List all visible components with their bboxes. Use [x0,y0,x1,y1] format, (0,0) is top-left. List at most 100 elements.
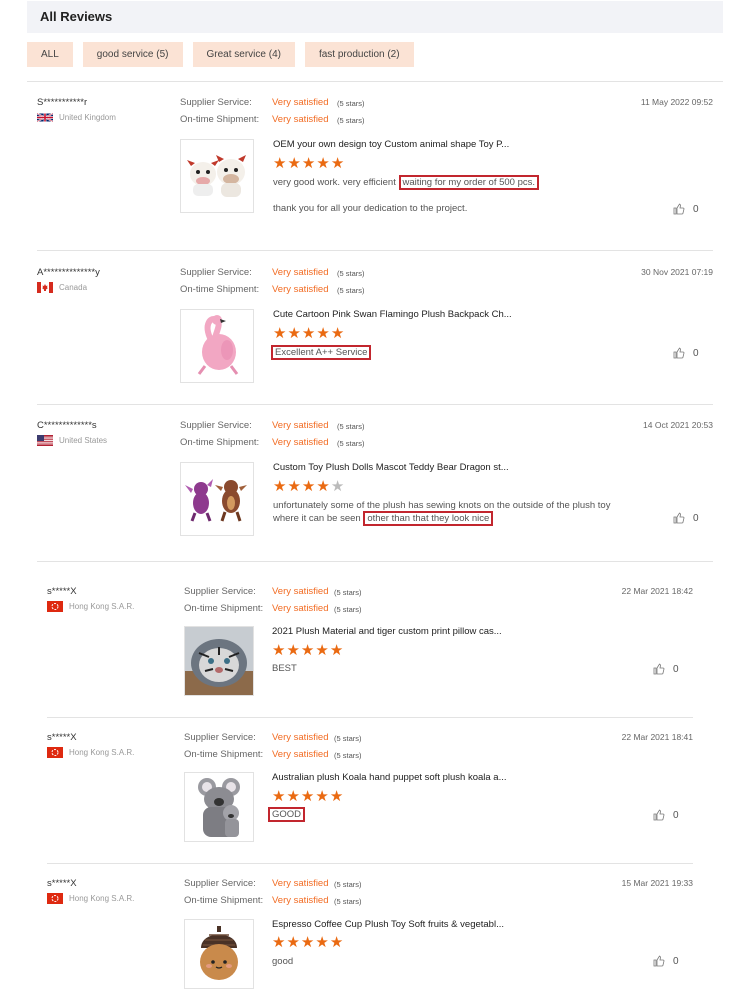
product-thumbnail[interactable] [180,139,254,213]
product-title[interactable]: Australian plush Koala hand puppet soft … [272,772,507,783]
supplier-service-label: Supplier Service: [180,267,252,278]
review-text: good [272,956,294,967]
supplier-service-stars: (5 stars) [334,880,362,889]
product-title[interactable]: Custom Toy Plush Dolls Mascot Teddy Bear… [273,462,509,473]
star-icon: ★ [300,642,316,659]
reviewer-country: United Kingdom [37,112,116,123]
star-icon: ★ [315,788,330,805]
star-icon: ★ [272,642,287,659]
reviewer-country: Hong Kong S.A.R. [47,747,134,758]
product-title[interactable]: 2021 Plush Material and tiger custom pri… [272,626,502,637]
reviewer-country: United States [37,435,107,446]
ontime-shipment-stars: (5 stars) [334,605,362,614]
like-count: 0 [673,663,679,675]
star-icon: ★ [315,934,330,951]
filter-great-service[interactable]: Great service (4) [192,42,295,67]
ontime-shipment-value: Very satisfied [272,895,329,906]
star-icon: ★ [272,788,287,805]
rating-stars: ★★★★★ [272,643,344,658]
thumbs-up-icon [653,955,665,967]
review-item: S***********r United Kingdom Supplier Se… [37,97,713,237]
star-icon: ★ [272,934,287,951]
supplier-service-label: Supplier Service: [184,878,256,889]
product-title[interactable]: OEM your own design toy Custom animal sh… [273,139,509,150]
thumbs-up-icon [653,663,665,675]
star-icon: ★ [315,642,330,659]
supplier-service-label: Supplier Service: [180,420,252,431]
supplier-service-stars: (5 stars) [334,588,362,597]
review-item: s*****X Hong Kong S.A.R. Supplier Servic… [47,586,693,706]
supplier-service-stars: (5 stars) [337,99,365,108]
filter-all[interactable]: ALL [27,42,73,67]
reviews-header: All Reviews [27,1,723,33]
filter-fast-production[interactable]: fast production (2) [304,42,414,67]
like-button[interactable]: 0 [673,203,699,215]
review-item: s*****X Hong Kong S.A.R. Supplier Servic… [47,878,693,998]
ontime-shipment-value: Very satisfied [272,284,329,295]
reviewer-name: s*****X [47,878,77,889]
star-icon: ★ [286,788,301,805]
star-icon: ★ [330,325,346,342]
star-icon: ★ [301,155,317,172]
product-thumbnail[interactable] [184,626,254,696]
divider [27,81,723,82]
ontime-shipment-stars: (5 stars) [337,286,365,295]
ontime-shipment-stars: (5 stars) [337,116,365,125]
supplier-service-value: Very satisfied [272,420,329,431]
rating-stars: ★★★★★ [273,326,345,341]
ontime-shipment-label: On-time Shipment: [184,603,264,614]
product-thumbnail[interactable] [184,919,254,989]
review-date: 15 Mar 2021 19:33 [621,878,693,888]
divider [37,561,713,562]
product-title[interactable]: Espresso Coffee Cup Plush Toy Soft fruit… [272,919,504,930]
reviewer-name: s*****X [47,732,77,743]
filter-bar: ALL good service (5) Great service (4) f… [27,42,414,67]
thumbs-up-icon [673,347,685,359]
highlighted-text: other than that they look nice [363,511,494,526]
product-thumbnail[interactable] [180,462,254,536]
star-icon: ★ [286,934,301,951]
supplier-service-value: Very satisfied [272,732,329,743]
ontime-shipment-value: Very satisfied [272,114,329,125]
review-text-part: where it can be seen [273,513,361,524]
like-button[interactable]: 0 [673,512,699,524]
like-button[interactable]: 0 [653,663,679,675]
reviewer-name: A**************y [37,267,100,278]
like-button[interactable]: 0 [653,809,679,821]
thumbs-up-icon [673,512,685,524]
like-count: 0 [693,347,699,359]
rating-stars: ★★★★★ [273,156,345,171]
review-text: Excellent A++ Service [271,345,372,360]
reviewer-country: Hong Kong S.A.R. [47,601,134,612]
star-icon: ★ [273,478,288,495]
hong-kong-flag-icon [47,747,63,758]
highlighted-text: Excellent A++ Service [271,345,372,360]
like-count: 0 [673,955,679,967]
supplier-service-label: Supplier Service: [180,97,252,108]
divider [47,717,693,718]
like-button[interactable]: 0 [653,955,679,967]
ontime-shipment-label: On-time Shipment: [180,114,260,125]
like-button[interactable]: 0 [673,347,699,359]
product-title[interactable]: Cute Cartoon Pink Swan Flamingo Plush Ba… [273,309,512,320]
review-text-part: very good work. very efficient [273,177,396,188]
supplier-service-label: Supplier Service: [184,586,256,597]
star-icon: ★ [300,788,316,805]
review-text-line2: where it can be seen other than that the… [273,511,494,526]
product-thumbnail[interactable] [184,772,254,842]
thumbs-up-icon [673,203,685,215]
review-date: 11 May 2022 09:52 [640,97,713,107]
filter-good-service[interactable]: good service (5) [82,42,183,67]
ontime-shipment-label: On-time Shipment: [180,437,260,448]
review-date: 22 Mar 2021 18:41 [621,732,693,742]
product-thumbnail[interactable] [180,309,254,383]
supplier-service-value: Very satisfied [272,878,329,889]
star-icon: ★ [300,934,316,951]
review-text: BEST [272,663,297,674]
supplier-service-stars: (5 stars) [334,734,362,743]
star-empty-icon: ★ [330,478,346,495]
star-icon: ★ [287,325,302,342]
ontime-shipment-value: Very satisfied [272,749,329,760]
supplier-service-value: Very satisfied [272,97,329,108]
reviewer-country: Hong Kong S.A.R. [47,893,134,904]
